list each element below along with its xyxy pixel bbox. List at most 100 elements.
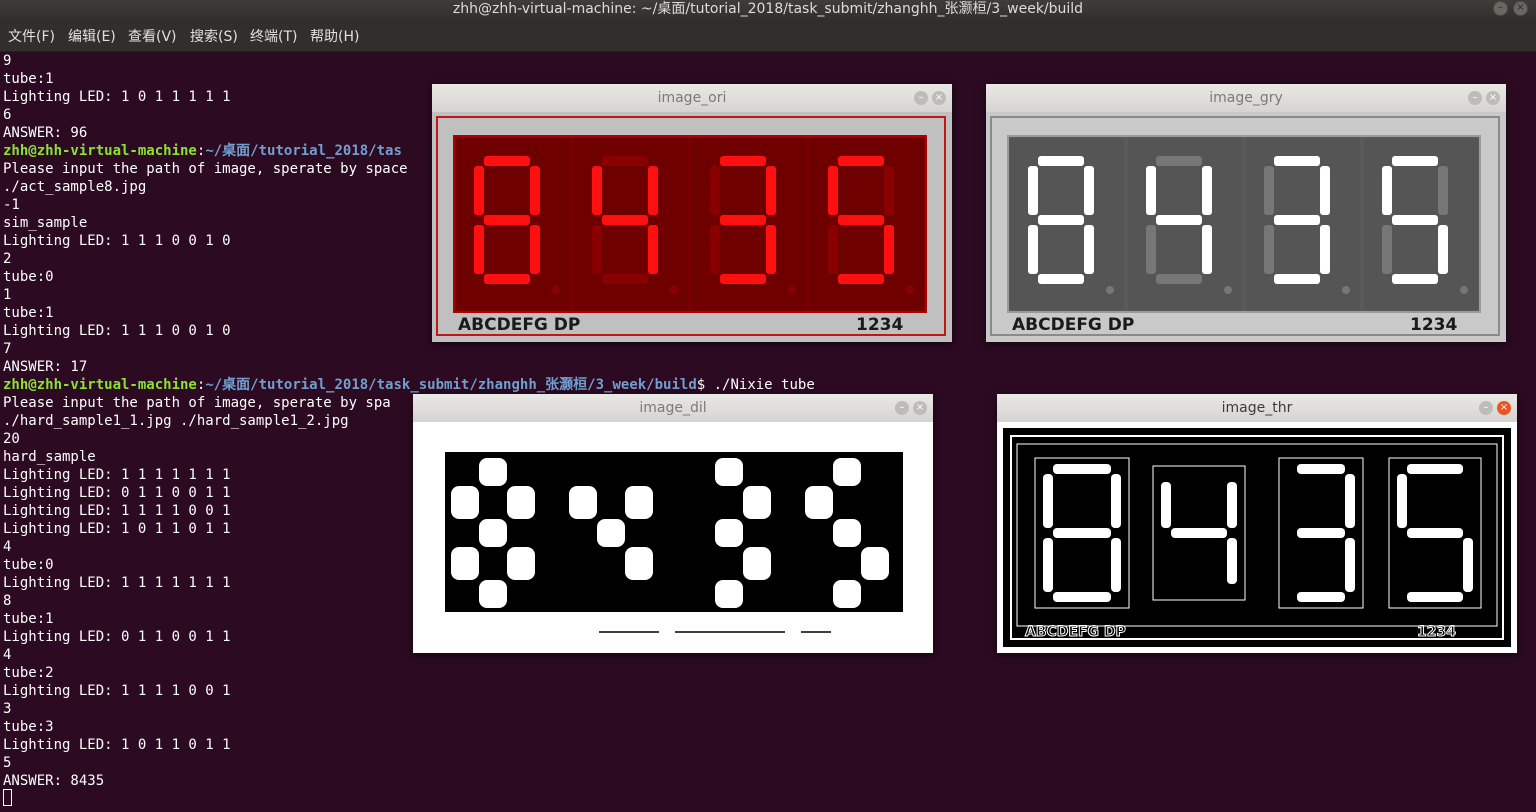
segment-b	[530, 166, 540, 215]
segment-g	[838, 215, 884, 225]
segment-label: ABCDEFG DP	[1012, 315, 1134, 335]
digit-label: 1234	[856, 315, 903, 335]
minimize-icon[interactable]: –	[1493, 1, 1508, 16]
segment-b	[648, 166, 658, 215]
terminal-line: 9	[3, 53, 12, 69]
decimal-point	[906, 286, 914, 294]
decimal-point	[1106, 286, 1114, 294]
terminal-line: Lighting LED: 0 1 1 0 0 1 1	[3, 629, 231, 645]
terminal-line: 7	[3, 341, 12, 357]
segment-d	[1053, 592, 1111, 602]
segment-c	[1463, 538, 1473, 592]
segment-a	[1156, 156, 1202, 166]
segment-d	[602, 274, 648, 284]
segment-c	[1438, 225, 1448, 274]
decimal-point	[1224, 286, 1232, 294]
segment-f	[710, 166, 720, 215]
terminal-line: Lighting LED: 1 1 1 1 1 1 1	[3, 575, 231, 591]
terminal-line: Lighting LED: 1 0 1 1 0 1 1	[3, 737, 231, 753]
close-icon[interactable]: ×	[932, 91, 946, 105]
menu-view[interactable]: 查看(V)	[128, 28, 177, 46]
decimal-point	[670, 286, 678, 294]
terminal-line: 8	[3, 593, 12, 609]
segment-d	[833, 580, 861, 608]
segment-d	[1156, 274, 1202, 284]
close-icon[interactable]: ×	[1486, 91, 1500, 105]
menu-help[interactable]: 帮助(H)	[310, 28, 359, 46]
terminal-line: 6	[3, 107, 12, 123]
terminal-line: ./hard_sample1_1.jpg ./hard_sample1_2.jp…	[3, 413, 349, 429]
segment-b	[884, 166, 894, 215]
segment-b	[1227, 482, 1237, 528]
segment-d	[1392, 274, 1438, 284]
image-dil-canvas	[413, 422, 933, 653]
segment-g	[1156, 215, 1202, 225]
terminal-line: tube:2	[3, 665, 54, 681]
segment-c	[1227, 538, 1237, 584]
segment-c	[743, 547, 771, 580]
segment-f	[592, 166, 602, 215]
segment-d	[1297, 592, 1345, 602]
terminal-line: ./act_sample8.jpg	[3, 179, 147, 195]
segment-g	[1274, 215, 1320, 225]
segment-a	[1407, 464, 1463, 474]
segment-a	[1038, 156, 1084, 166]
prompt-user: zhh@zhh-virtual-machine	[3, 143, 197, 159]
segment-b	[1320, 166, 1330, 215]
close-icon[interactable]: ×	[913, 401, 927, 415]
minimize-icon[interactable]: –	[895, 401, 909, 415]
segment-label: ABCDEFG DP	[458, 315, 580, 335]
segment-g	[833, 519, 861, 547]
terminal-line: Lighting LED: 0 1 1 0 0 1 1	[3, 485, 231, 501]
segment-e	[474, 225, 484, 274]
menu-search[interactable]: 搜索(S)	[190, 28, 238, 46]
minimize-icon[interactable]: –	[1479, 401, 1493, 415]
segment-g	[720, 215, 766, 225]
segment-f	[1382, 166, 1392, 215]
segment-d	[715, 580, 743, 608]
terminal-line: tube:0	[3, 269, 54, 285]
image-gry-window[interactable]: image_gry – × ABCDEFG DP 1234	[986, 84, 1506, 342]
segment-b	[766, 166, 776, 215]
prompt-path: ~/桌面/tutorial_2018/tas	[205, 143, 402, 159]
segment-e	[1382, 225, 1392, 274]
segment-f	[569, 486, 597, 519]
terminal-line: Lighting LED: 1 1 1 1 0 0 1	[3, 503, 231, 519]
segment-g	[715, 519, 743, 547]
minimize-icon[interactable]: –	[1468, 91, 1482, 105]
menu-terminal[interactable]: 终端(T)	[250, 28, 297, 46]
terminal-line: hard_sample	[3, 449, 96, 465]
terminal-line: Lighting LED: 1 1 1 0 0 1 0	[3, 323, 231, 339]
terminal-line: tube:1	[3, 611, 54, 627]
close-icon[interactable]: ×	[1513, 1, 1528, 16]
segment-e	[592, 225, 602, 274]
segment-c	[1084, 225, 1094, 274]
segment-d	[484, 274, 530, 284]
segment-e	[1264, 225, 1274, 274]
terminal-line: tube:1	[3, 71, 54, 87]
segment-b	[1345, 474, 1355, 528]
image-thr-window[interactable]: image_thr – × ABCDEFG DP 1234	[997, 394, 1517, 653]
segment-a	[602, 156, 648, 166]
terminal-line: tube:0	[3, 557, 54, 573]
menu-file[interactable]: 文件(F)	[8, 28, 55, 46]
segment-b	[1111, 474, 1121, 528]
menu-edit[interactable]: 编辑(E)	[68, 28, 116, 46]
menu-bar: 文件(F) 编辑(E) 查看(V) 搜索(S) 终端(T) 帮助(H)	[0, 24, 1536, 52]
segment-g	[1392, 215, 1438, 225]
close-icon[interactable]: ×	[1497, 401, 1511, 415]
image-dil-window[interactable]: image_dil – ×	[413, 394, 933, 653]
segment-c	[625, 547, 653, 580]
decimal-point	[788, 286, 796, 294]
segment-label: ABCDEFG DP	[1025, 624, 1126, 640]
segment-f	[828, 166, 838, 215]
segment-f	[451, 486, 479, 519]
segment-b	[1084, 166, 1094, 215]
window-titlebar: zhh@zhh-virtual-machine: ~/桌面/tutorial_2…	[0, 0, 1536, 24]
segment-a	[715, 458, 743, 486]
terminal-line: 20	[3, 431, 20, 447]
segment-g	[1171, 528, 1227, 538]
segment-b	[743, 486, 771, 519]
image-ori-window[interactable]: image_ori – × ABCDEFG DP 1234	[432, 84, 952, 342]
minimize-icon[interactable]: –	[914, 91, 928, 105]
